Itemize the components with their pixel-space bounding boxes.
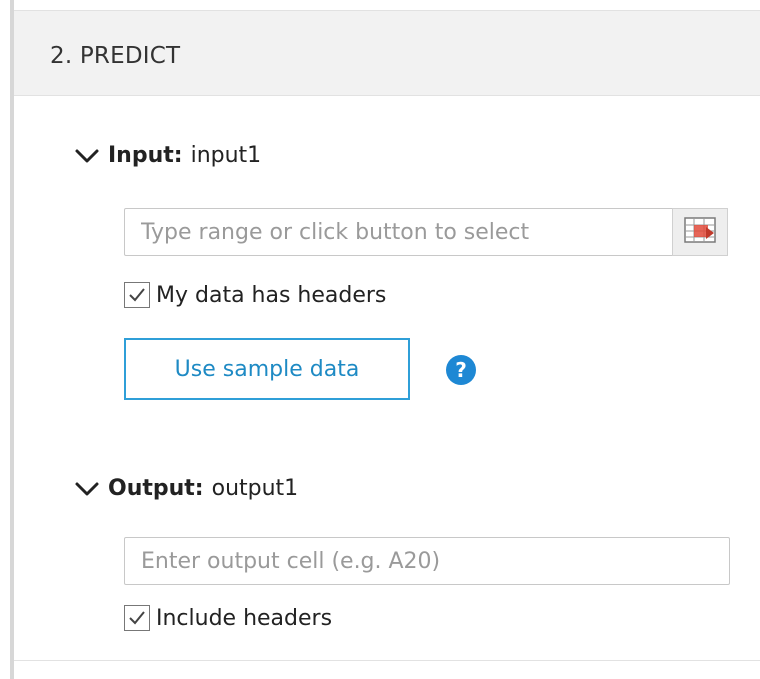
select-range-button[interactable] xyxy=(672,208,728,256)
output-name: output1 xyxy=(211,476,299,501)
input-range-field[interactable] xyxy=(124,208,674,256)
chevron-down-icon xyxy=(74,146,100,166)
section-title: 2. PREDICT xyxy=(50,43,181,69)
output-headers-label: Include headers xyxy=(156,605,333,631)
output-group-toggle[interactable]: Output: output1 xyxy=(74,476,298,501)
input-label: Input: xyxy=(108,143,183,168)
checkbox-checked-icon xyxy=(124,282,150,308)
help-icon[interactable]: ? xyxy=(446,355,476,385)
input-name: input1 xyxy=(190,143,262,168)
output-label: Output: xyxy=(108,476,204,501)
use-sample-data-button[interactable]: Use sample data xyxy=(124,338,410,400)
output-cell-field[interactable] xyxy=(124,537,730,585)
input-group-toggle[interactable]: Input: input1 xyxy=(74,143,261,168)
select-range-icon xyxy=(684,217,716,247)
input-headers-label: My data has headers xyxy=(156,282,387,308)
output-headers-checkbox[interactable]: Include headers xyxy=(124,605,332,631)
divider xyxy=(14,660,760,661)
checkbox-checked-icon xyxy=(124,605,150,631)
chevron-down-icon xyxy=(74,479,100,499)
input-headers-checkbox[interactable]: My data has headers xyxy=(124,282,386,308)
section-header: 2. PREDICT xyxy=(14,10,760,96)
predict-panel: 2. PREDICT Input: input1 Type range or c… xyxy=(10,0,760,679)
